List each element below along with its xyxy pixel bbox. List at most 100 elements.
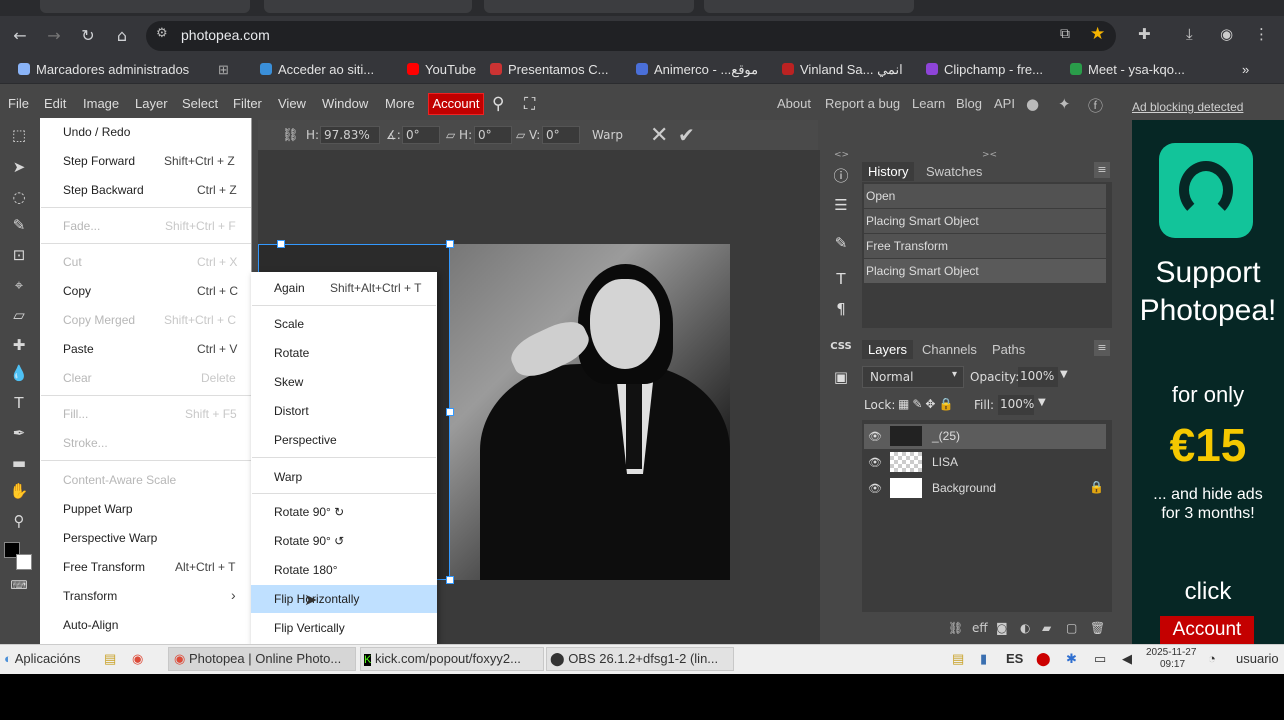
apps-grid-icon[interactable]: ⊞ (218, 62, 229, 78)
menu-again[interactable]: Again (274, 281, 305, 295)
crop-icon[interactable]: ⊡ (8, 244, 30, 266)
browser-tab[interactable] (40, 0, 250, 13)
eraser-icon[interactable]: ▱ (8, 304, 30, 326)
zoom-icon[interactable]: ⚲ (8, 510, 30, 532)
more-bookmarks[interactable]: » (1242, 62, 1249, 77)
blur-icon[interactable]: 💧 (8, 362, 30, 384)
eyedropper-icon[interactable]: ⌖ (8, 274, 30, 296)
ad-blocking-link[interactable]: Ad blocking detected (1132, 100, 1243, 114)
menu-filter[interactable]: Filter (233, 96, 262, 111)
history-item[interactable]: Placing Smart Object (864, 259, 1106, 283)
history-item[interactable]: Open (864, 184, 1106, 208)
transform-handle[interactable] (446, 576, 454, 584)
layer-row[interactable]: 👁 Background 🔒 (864, 476, 1106, 501)
transform-handle[interactable] (277, 240, 285, 248)
menu-step-forward[interactable]: Step Forward (63, 154, 135, 168)
bookmark-clipchamp[interactable]: Clipchamp - fre... (926, 62, 1043, 77)
menu-layer[interactable]: Layer (135, 96, 168, 111)
menu-scale[interactable]: Scale (274, 317, 304, 331)
menu-copy[interactable]: Copy (63, 284, 91, 298)
commit-transform-icon[interactable]: ✔ (678, 123, 695, 147)
link-api[interactable]: API (994, 96, 1015, 111)
menu-rotate[interactable]: Rotate (274, 346, 309, 360)
reddit-icon[interactable]: ● (1026, 95, 1039, 113)
link-ratio-icon[interactable]: ⛓ (282, 128, 299, 143)
menu-puppet-warp[interactable]: Puppet Warp (63, 502, 133, 516)
tab-channels[interactable]: Channels (922, 342, 977, 357)
hand-icon[interactable]: ✋ (8, 480, 30, 502)
obs-tray-icon[interactable]: ⬤ (1036, 651, 1051, 667)
history-item[interactable]: Placing Smart Object (864, 209, 1106, 233)
fill-dropdown-icon[interactable]: ▼ (1038, 397, 1046, 408)
menu-select[interactable]: Select (182, 96, 218, 111)
lasso-icon[interactable]: ◌ (8, 186, 30, 208)
marquee-icon[interactable]: ⬚ (8, 124, 30, 146)
paragraph-icon[interactable]: ¶ (830, 298, 852, 320)
menu-skew[interactable]: Skew (274, 375, 303, 389)
fill-field[interactable]: 100% (998, 395, 1034, 415)
menu-file[interactable]: File (8, 96, 29, 111)
menu-window[interactable]: Window (322, 96, 368, 111)
twitter-icon[interactable]: ✦ (1058, 95, 1071, 113)
tab-swatches[interactable]: Swatches (926, 164, 982, 179)
start-menu[interactable]: ◐ Aplicacións (4, 651, 81, 666)
menu-undo-redo[interactable]: Undo / Redo (63, 125, 130, 139)
volume-icon[interactable]: ◀ (1122, 651, 1132, 667)
properties-icon[interactable]: ☰ (830, 194, 852, 216)
clipboard-icon[interactable]: ▤ (952, 651, 964, 667)
skew-v-value[interactable]: 0° (546, 128, 560, 142)
download-icon[interactable]: ⤓ (1186, 25, 1193, 43)
keyboard-layout[interactable]: ES (1006, 651, 1023, 666)
bookmark-star-icon[interactable]: ★ (1090, 24, 1105, 44)
menu-rotate-180[interactable]: Rotate 180° (274, 563, 338, 577)
menu-free-transform[interactable]: Free Transform (63, 560, 145, 574)
url-text[interactable]: photopea.com (181, 27, 270, 43)
lock-icons[interactable]: ▦✎✥🔒 (898, 397, 956, 411)
bookmark-4[interactable]: Animerco - ...موقع (636, 62, 758, 78)
layer-row[interactable]: 👁 LISA (864, 450, 1106, 475)
adjustment-icon[interactable]: ◐ (1020, 621, 1030, 635)
transform-handle[interactable] (446, 240, 454, 248)
tab-history[interactable]: History (862, 162, 915, 181)
group-folder-icon[interactable]: ▰ (1042, 621, 1051, 635)
angle-value[interactable]: 0° (406, 128, 420, 142)
menu-more[interactable]: More (385, 96, 415, 111)
battery-icon[interactable]: ▭ (1094, 651, 1106, 667)
link-report-bug[interactable]: Report a bug (825, 96, 900, 111)
bluetooth-icon[interactable]: ✱ (1066, 651, 1077, 667)
menu-perspective[interactable]: Perspective (274, 433, 337, 447)
menu-image[interactable]: Image (83, 96, 119, 111)
panel-menu-icon[interactable]: ≡ (1094, 162, 1110, 178)
ad-account-button[interactable]: Account (1160, 616, 1254, 644)
move-icon[interactable]: ➤ (8, 156, 30, 178)
brush-icon[interactable]: ✎ (830, 232, 852, 254)
facebook-icon[interactable]: ⓕ (1088, 95, 1103, 116)
home-icon[interactable]: ⌂ (110, 24, 134, 48)
menu-perspective-warp[interactable]: Perspective Warp (63, 531, 157, 545)
keyboard-icon[interactable]: ⌨ (8, 574, 30, 596)
menu-rotate-90-ccw[interactable]: Rotate 90° ↺ (274, 534, 344, 548)
clock-date[interactable]: 2025-11-27 (1146, 647, 1196, 658)
site-info-icon[interactable]: ⚙ (156, 26, 168, 41)
height-value[interactable]: 97.83% (324, 128, 370, 142)
forward-icon[interactable]: → (42, 24, 66, 48)
account-button[interactable]: Account (428, 93, 484, 115)
menu-flip-vertically[interactable]: Flip Vertically (274, 621, 345, 635)
opacity-dropdown-icon[interactable]: ▼ (1060, 369, 1068, 380)
browser-menu-icon[interactable]: ⋮ (1254, 25, 1269, 43)
browser-tab[interactable] (264, 0, 472, 13)
quick-select-icon[interactable]: ✎ (8, 214, 30, 236)
info-icon[interactable]: ⓘ (830, 165, 852, 187)
link-learn[interactable]: Learn (912, 96, 945, 111)
back-icon[interactable]: ← (8, 24, 32, 48)
user-icon[interactable]: ◔ (1208, 651, 1216, 666)
menu-edit[interactable]: Edit (44, 96, 66, 111)
profile-icon[interactable]: ◉ (1220, 25, 1233, 43)
menu-auto-align[interactable]: Auto-Align (63, 618, 118, 632)
cancel-transform-icon[interactable]: ✕ (650, 123, 668, 148)
character-icon[interactable]: T (830, 268, 852, 290)
layer-row[interactable]: 👁 _(25) (864, 424, 1106, 449)
tab-layers[interactable]: Layers (862, 340, 914, 359)
link-about[interactable]: About (777, 96, 811, 111)
opacity-field[interactable]: 100% (1018, 367, 1058, 387)
